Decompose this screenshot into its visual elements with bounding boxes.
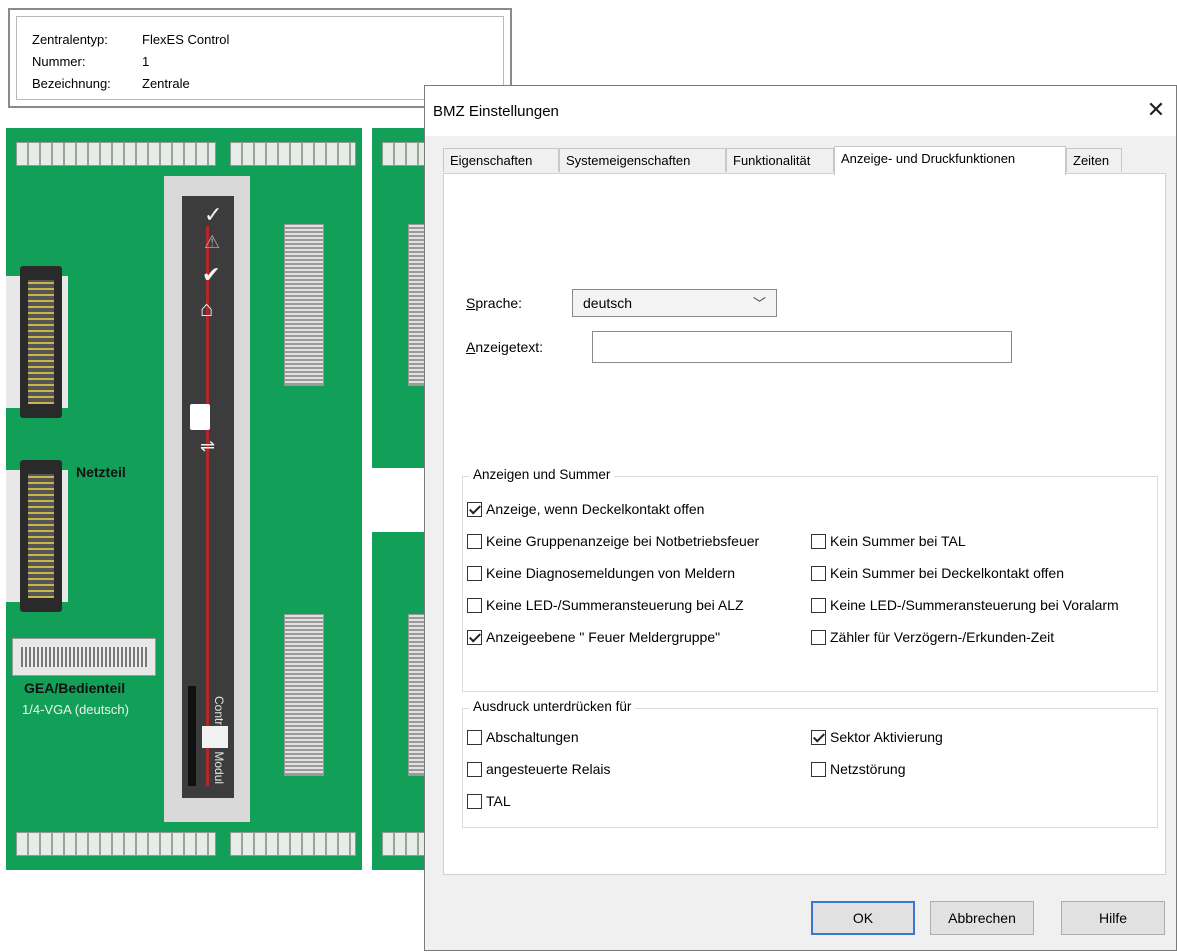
ok-button[interactable]: OK (811, 901, 915, 935)
display-text-input[interactable] (592, 331, 1012, 363)
info-key: Zentralentyp: (32, 32, 108, 47)
pin-header (284, 614, 324, 776)
terminal-strip (230, 832, 356, 856)
gea-connector (12, 638, 156, 676)
info-value: Zentrale (142, 76, 190, 91)
tab-systemeigenschaften[interactable]: Systemeigenschaften (559, 148, 726, 172)
language-select[interactable]: deutsch ﹀ (572, 289, 777, 317)
sprache-label: Sprache: (466, 295, 523, 311)
board-panel-right-top (372, 128, 448, 468)
checkbox-box[interactable] (811, 629, 826, 645)
controller-module-face: ✓ ⚠ ✔ ⌂ ⇌ Controller Modul (182, 196, 234, 798)
check-icon: ✓ (204, 202, 223, 227)
checkbox-keine-led-alz[interactable]: Keine LED-/Summeransteuerung bei ALZ (467, 597, 744, 619)
checkbox-sektor-aktivierung[interactable]: Sektor Aktivierung (811, 729, 943, 751)
tab-content-panel: Sprache: deutsch ﹀ Anzeigetext: Anzeigen… (443, 173, 1166, 875)
checkbox-box[interactable] (467, 565, 482, 581)
gea-label: GEA/Bedienteil (24, 680, 126, 696)
help-button[interactable]: Hilfe (1061, 901, 1165, 935)
usb-icon: ⇌ (200, 436, 216, 456)
checkbox-box[interactable] (811, 565, 826, 581)
checkbox-abschaltungen[interactable]: Abschaltungen (467, 729, 579, 751)
checkbox-deckelkontakt-anzeige[interactable]: Anzeige, wenn Deckelkontakt offen (467, 501, 704, 523)
checkbox-keine-led-voralarm[interactable]: Keine LED-/Summeransteuerung bei Voralar… (811, 597, 1119, 619)
bmz-settings-dialog: BMZ Einstellungen ✕ Eigenschaften System… (424, 85, 1177, 951)
pin-header (284, 224, 324, 386)
checkbox-kein-summer-tal[interactable]: Kein Summer bei TAL (811, 533, 966, 555)
info-row-type: Zentralentyp: FlexES Control (32, 32, 229, 47)
anzeigetext-label: Anzeigetext: (466, 339, 544, 355)
checkbox-box[interactable] (467, 501, 482, 517)
checkbox-kein-summer-deckelkontakt[interactable]: Kein Summer bei Deckelkontakt offen (811, 565, 1064, 587)
warning-icon: ⚠ (204, 232, 221, 252)
usb-port-icon (190, 404, 210, 430)
group-title: Anzeigen und Summer (469, 467, 615, 482)
sub-d-connector (20, 460, 62, 612)
info-value: FlexES Control (142, 32, 230, 47)
gea-sublabel: 1/4-VGA (deutsch) (22, 702, 129, 717)
checkbox-netzstoerung[interactable]: Netzstörung (811, 761, 905, 783)
ethernet-icon (202, 726, 228, 748)
checkbox-keine-diagnosemeldungen[interactable]: Keine Diagnosemeldungen von Meldern (467, 565, 735, 587)
info-key: Bezeichnung: (32, 76, 111, 91)
checkbox-box[interactable] (467, 597, 482, 613)
language-select-value: deutsch (583, 295, 633, 311)
dialog-titlebar[interactable]: BMZ Einstellungen ✕ (425, 86, 1176, 136)
tab-eigenschaften[interactable]: Eigenschaften (443, 148, 559, 172)
tab-zeiten[interactable]: Zeiten (1066, 148, 1122, 172)
close-button[interactable]: ✕ (1136, 92, 1176, 128)
dialog-title: BMZ Einstellungen (433, 103, 559, 120)
checkbox-box[interactable] (467, 761, 482, 777)
checkbox-box[interactable] (467, 729, 482, 745)
terminal-strip (16, 832, 216, 856)
checkbox-zaehler-verzoegern[interactable]: Zähler für Verzögern-/Erkunden-Zeit (811, 629, 1054, 651)
info-row-number: Nummer: 1 (32, 54, 149, 69)
group-title: Ausdruck unterdrücken für (469, 699, 636, 714)
dialog-footer: OK Abbrechen Hilfe (425, 786, 1176, 952)
info-value: 1 (142, 54, 150, 69)
checkbox-box[interactable] (811, 729, 826, 745)
checkbox-box[interactable] (811, 761, 826, 777)
tab-funktionalitaet[interactable]: Funktionalität (726, 148, 834, 172)
sub-d-connector (20, 266, 62, 418)
board-panel-right-bottom (372, 532, 448, 870)
checkbox-anzeigeebene-feuer[interactable]: Anzeigeebene " Feuer Meldergruppe" (467, 629, 720, 651)
checkbox-angesteuerte-relais[interactable]: angesteuerte Relais (467, 761, 611, 783)
info-key: Nummer: (32, 54, 86, 69)
checkbox-box[interactable] (467, 629, 482, 645)
checkbox-keine-gruppenanzeige[interactable]: Keine Gruppenanzeige bei Notbetriebsfeue… (467, 533, 759, 555)
checkbox-box[interactable] (467, 533, 482, 549)
house-icon: ⌂ (200, 296, 214, 321)
controller-module: ✓ ⚠ ✔ ⌂ ⇌ Controller Modul (164, 176, 250, 822)
netzteil-label: Netzteil (76, 464, 126, 480)
tab-anzeige-und-druckfunktionen[interactable]: Anzeige- und Druckfunktionen (834, 146, 1066, 175)
check-circle-icon: ✔ (202, 262, 221, 287)
cancel-button[interactable]: Abbrechen (930, 901, 1034, 935)
groupbox-anzeigen-und-summer: Anzeigen und Summer Anzeige, wenn Deckel… (462, 467, 1158, 692)
terminal-strip (16, 142, 216, 166)
checkbox-box[interactable] (811, 597, 826, 613)
chevron-down-icon: ﹀ (752, 296, 766, 311)
terminal-strip (230, 142, 356, 166)
checkbox-box[interactable] (811, 533, 826, 549)
info-row-name: Bezeichnung: Zentrale (32, 76, 190, 91)
